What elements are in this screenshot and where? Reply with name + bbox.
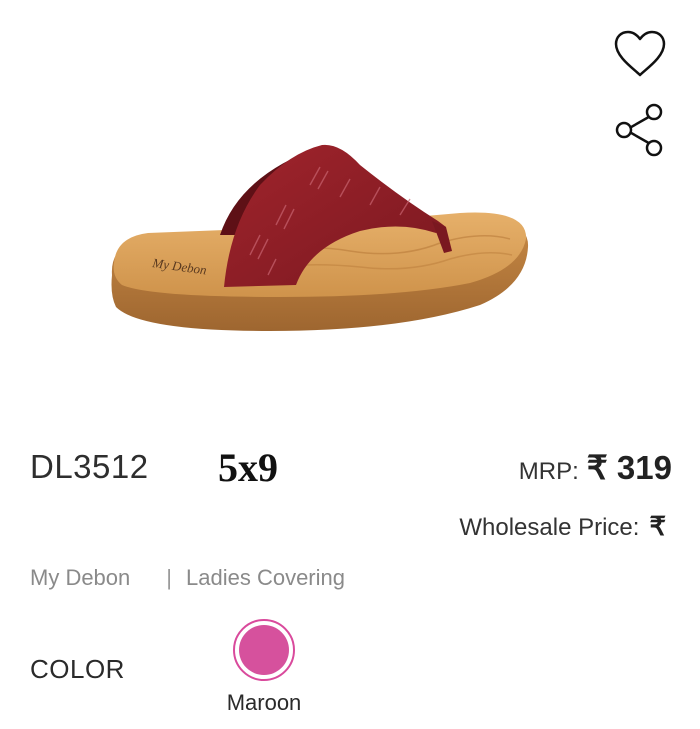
product-size-range: 5x9 — [218, 445, 278, 490]
color-section-title: COLOR — [30, 654, 125, 684]
product-image: My Debon — [100, 135, 540, 345]
brand-category-row: My Debon | Ladies Covering — [30, 565, 345, 591]
category-name[interactable]: Ladies Covering — [186, 565, 345, 590]
wholesale-price-row: Wholesale Price: ₹ — [459, 511, 666, 542]
share-button[interactable] — [610, 100, 670, 160]
wishlist-button[interactable] — [610, 24, 670, 84]
sandal-illustration: My Debon — [111, 144, 529, 331]
wholesale-price-value: ₹ — [649, 511, 666, 541]
mrp-row: MRP: ₹ 319 — [519, 448, 672, 487]
color-swatch-label: Maroon — [226, 690, 302, 715]
heart-icon — [614, 30, 666, 77]
wholesale-price-label: Wholesale Price: — [459, 514, 640, 541]
separator: | — [166, 565, 172, 590]
color-swatch-selected[interactable] — [233, 619, 295, 681]
mrp-value: ₹ 319 — [586, 449, 672, 486]
brand-name[interactable]: My Debon — [30, 565, 130, 590]
product-sku: DL3512 — [30, 448, 149, 485]
share-icon — [615, 103, 663, 157]
color-swatch-fill — [239, 625, 289, 675]
mrp-label: MRP: — [518, 458, 579, 485]
